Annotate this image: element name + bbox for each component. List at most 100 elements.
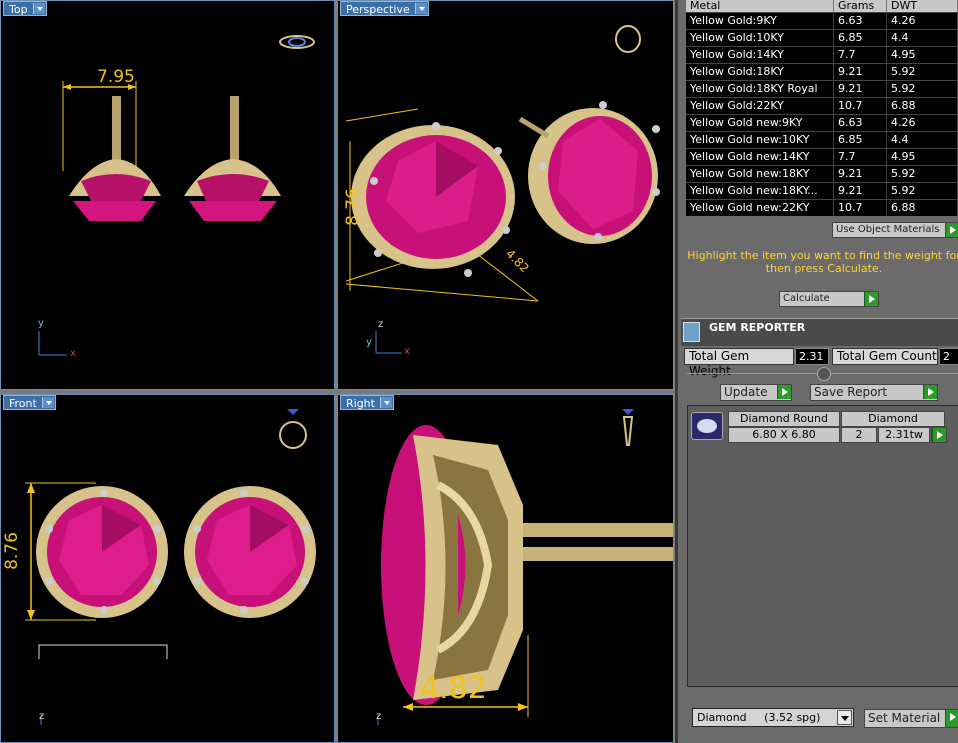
- metal-cell: Yellow Gold new:14KY: [686, 149, 834, 165]
- axis-x-label: x: [70, 348, 76, 359]
- grams-cell: 10.7: [834, 98, 887, 114]
- dwt-cell: 4.95: [887, 47, 958, 63]
- table-row[interactable]: Yellow Gold new:18KY 9.21 5.92: [686, 166, 958, 183]
- column-header-dwt[interactable]: DWT: [887, 0, 958, 12]
- metal-cell: Yellow Gold:10KY: [686, 30, 834, 46]
- viewport-tab-right[interactable]: Right: [340, 395, 394, 410]
- perspective-scene: [345, 25, 660, 354]
- column-header-metal[interactable]: Metal: [686, 0, 834, 12]
- gem-shape: Diamond Round: [728, 411, 840, 427]
- use-object-materials-button[interactable]: Use Object Materials: [832, 222, 958, 238]
- table-row[interactable]: Yellow Gold:9KY 6.63 4.26: [686, 13, 958, 30]
- dwt-cell: 5.92: [887, 81, 958, 97]
- metal-cell: Yellow Gold:9KY: [686, 13, 834, 29]
- set-material-button[interactable]: Set Material: [864, 709, 958, 728]
- dwt-cell: 4.4: [887, 30, 958, 46]
- table-row[interactable]: Yellow Gold new:22KY 10.7 6.88: [686, 200, 958, 216]
- dwt-cell: 4.4: [887, 132, 958, 148]
- gem-weight: 2.31tw: [878, 427, 930, 443]
- table-row[interactable]: Yellow Gold:18KY Royal 9.21 5.92: [686, 81, 958, 98]
- metal-cell: Yellow Gold new:18KY...: [686, 183, 834, 199]
- arrow-right-icon: [945, 710, 958, 727]
- gem-count: 2: [841, 427, 877, 443]
- chevron-down-icon[interactable]: [41, 397, 54, 408]
- arrow-right-icon: [777, 385, 791, 399]
- viewport-right[interactable]: Right 4.82 z: [337, 394, 674, 743]
- grams-cell: 9.21: [834, 64, 887, 80]
- calculate-hint-text: Highlight the item you want to find the …: [687, 249, 958, 275]
- metal-cell: Yellow Gold new:10KY: [686, 132, 834, 148]
- axis-y-label: y: [366, 337, 372, 348]
- viewport-tab-front[interactable]: Front: [3, 395, 56, 410]
- dwt-cell: 5.92: [887, 166, 958, 182]
- metal-cell: Yellow Gold new:22KY: [686, 200, 834, 216]
- save-report-button[interactable]: Save Report: [810, 384, 938, 401]
- gem-reporter-title: GEM REPORTER: [709, 321, 806, 334]
- column-header-grams[interactable]: Grams: [834, 0, 887, 12]
- gem-list[interactable]: Diamond Round 6.80 X 6.80 Diamond 2 2.31…: [687, 405, 958, 687]
- list-item[interactable]: Diamond Round 6.80 X 6.80 Diamond 2 2.31…: [688, 406, 958, 446]
- grams-cell: 7.7: [834, 149, 887, 165]
- table-row[interactable]: Yellow Gold:10KY 6.85 4.4: [686, 30, 958, 47]
- right-dimension-label: 4.82: [420, 671, 487, 706]
- table-row[interactable]: Yellow Gold new:9KY 6.63 4.26: [686, 115, 958, 132]
- update-button[interactable]: Update: [720, 384, 792, 401]
- dwt-cell: 4.26: [887, 115, 958, 131]
- metal-cell: Yellow Gold new:9KY: [686, 115, 834, 131]
- top-dimension-label: 7.95: [97, 67, 135, 87]
- front-dimension-label: 8.76: [1, 532, 22, 570]
- chevron-down-icon[interactable]: [32, 3, 45, 14]
- viewport-tab-top[interactable]: Top: [3, 1, 47, 16]
- arrow-right-icon: [945, 223, 958, 237]
- viewport-tab-perspective[interactable]: Perspective: [340, 1, 429, 16]
- grams-cell: 10.7: [834, 200, 887, 216]
- arrow-right-icon: [932, 428, 946, 442]
- chevron-down-icon[interactable]: [837, 710, 852, 725]
- table-row[interactable]: Yellow Gold new:10KY 6.85 4.4: [686, 132, 958, 149]
- viewport-top[interactable]: Top 7.95 y x: [0, 0, 335, 390]
- gem-reporter-header: GEM REPORTER: [681, 318, 958, 346]
- grams-cell: 6.85: [834, 132, 887, 148]
- grams-cell: 9.21: [834, 183, 887, 199]
- gem-thumbnail-icon: [691, 412, 723, 440]
- material-select[interactable]: Diamond (3.52 spg): [692, 708, 854, 727]
- top-view-scene: [38, 35, 315, 356]
- table-row[interactable]: Yellow Gold:18KY 9.21 5.92: [686, 64, 958, 81]
- axis-x-label: x: [404, 346, 410, 357]
- table-row[interactable]: Yellow Gold:14KY 7.7 4.95: [686, 47, 958, 64]
- axis-z-label: z: [378, 319, 384, 330]
- metal-cell: Yellow Gold:18KY Royal: [686, 81, 834, 97]
- total-gem-weight-label: Total Gem Weight: [684, 348, 794, 378]
- metal-cell: Yellow Gold:14KY: [686, 47, 834, 63]
- table-row[interactable]: Yellow Gold:22KY 10.7 6.88: [686, 98, 958, 115]
- perspective-dimension-a: 8.76: [342, 188, 363, 226]
- front-view-scene: [25, 409, 316, 725]
- calculate-button[interactable]: Calculate: [779, 291, 879, 307]
- gem-row-arrow-button[interactable]: [931, 427, 947, 443]
- axis-z-label: z: [39, 711, 45, 722]
- viewport-perspective[interactable]: Perspective 8.76 4.82 z y x: [337, 0, 674, 390]
- materials-table[interactable]: Metal Grams DWT Yellow Gold:9KY 6.63 4.26 Y…: [686, 0, 958, 216]
- grams-cell: 6.85: [834, 30, 887, 46]
- dwt-cell: 6.88: [887, 200, 958, 216]
- side-panel: Metal Grams DWT Yellow Gold:9KY 6.63 4.26 Y…: [675, 0, 958, 743]
- arrow-right-icon: [864, 292, 878, 306]
- dwt-cell: 5.92: [887, 183, 958, 199]
- total-gem-count-value: 2: [939, 348, 958, 365]
- metal-cell: Yellow Gold new:18KY: [686, 166, 834, 182]
- panel-splitter-handle[interactable]: [687, 367, 958, 381]
- dwt-cell: 4.26: [887, 13, 958, 29]
- table-row[interactable]: Yellow Gold new:18KY... 9.21 5.92: [686, 183, 958, 200]
- total-gem-count-label: Total Gem Count: [832, 348, 938, 365]
- grams-cell: 9.21: [834, 166, 887, 182]
- chevron-down-icon[interactable]: [379, 397, 392, 408]
- arrow-right-icon: [923, 385, 937, 399]
- gem-size: 6.80 X 6.80: [728, 427, 840, 443]
- metal-cell: Yellow Gold:18KY: [686, 64, 834, 80]
- dwt-cell: 5.92: [887, 64, 958, 80]
- viewport-front[interactable]: Front 8.76 z: [0, 394, 335, 743]
- grams-cell: 7.7: [834, 47, 887, 63]
- chevron-down-icon[interactable]: [414, 3, 427, 14]
- table-row[interactable]: Yellow Gold new:14KY 7.7 4.95: [686, 149, 958, 166]
- grams-cell: 9.21: [834, 81, 887, 97]
